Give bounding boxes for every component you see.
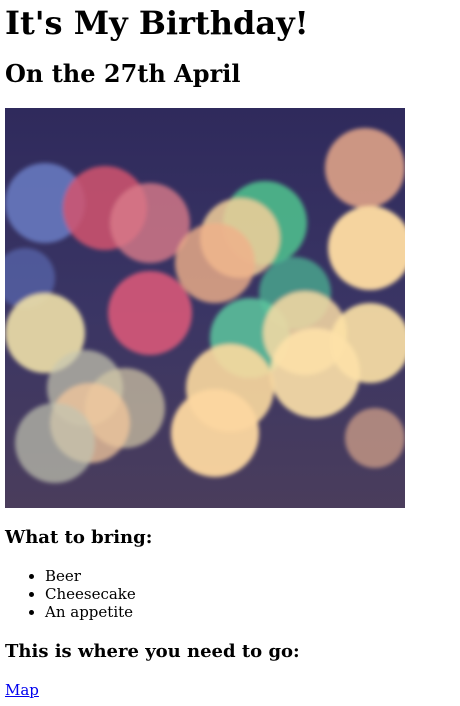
page-title: It's My Birthday! bbox=[5, 4, 309, 42]
directions-heading: This is where you need to go: bbox=[5, 641, 300, 662]
list-item: An appetite bbox=[45, 603, 136, 621]
map-link[interactable]: Map bbox=[5, 681, 39, 699]
list-item: Cheesecake bbox=[45, 585, 136, 603]
list-item: Beer bbox=[45, 567, 136, 585]
bring-list: Beer Cheesecake An appetite bbox=[45, 567, 136, 621]
bokeh-photo bbox=[5, 108, 405, 508]
page-subtitle: On the 27th April bbox=[5, 59, 241, 88]
what-to-bring-heading: What to bring: bbox=[5, 527, 153, 548]
